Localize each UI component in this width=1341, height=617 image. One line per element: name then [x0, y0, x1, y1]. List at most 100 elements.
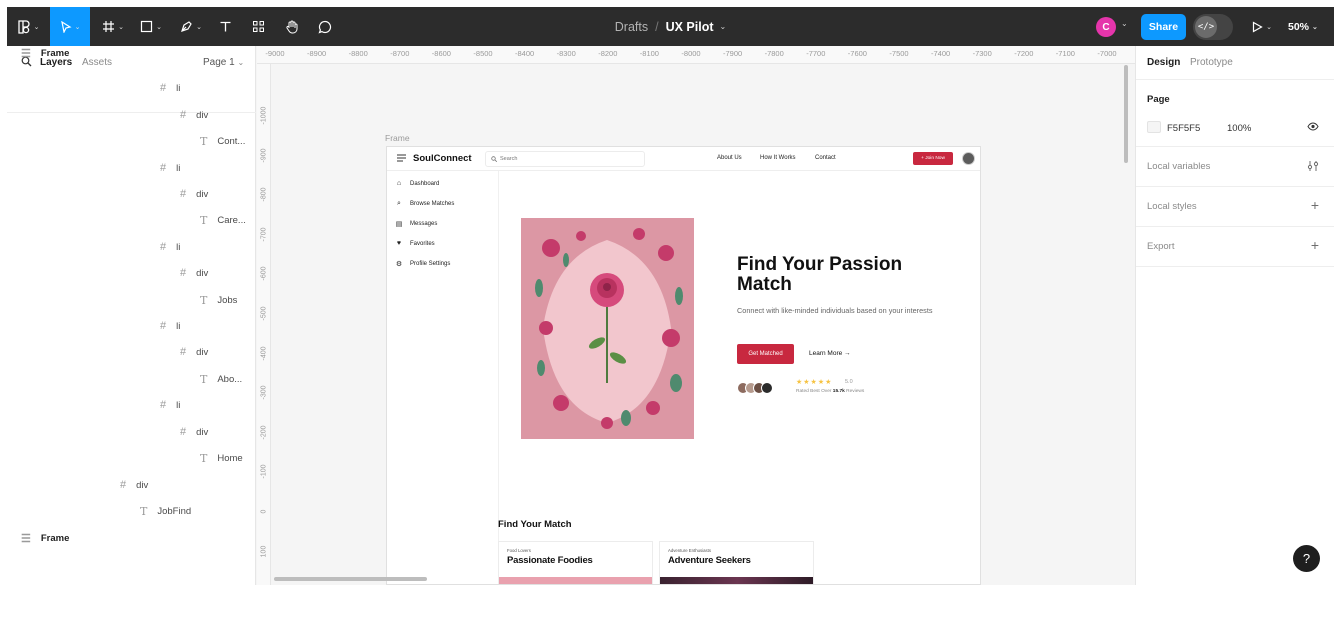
comment-tool-button[interactable]: [314, 7, 336, 46]
layer-row[interactable]: ☰ Frame: [21, 47, 69, 60]
export-section[interactable]: Export +: [1136, 227, 1334, 267]
avatar: [761, 382, 773, 394]
page-section: Page: [1136, 80, 1334, 147]
resources-button[interactable]: [247, 7, 269, 46]
layer-row[interactable]: # li: [160, 82, 180, 94]
layer-row[interactable]: T Care...: [200, 214, 246, 227]
help-button[interactable]: ?: [1293, 545, 1320, 572]
frame-tool-button[interactable]: ⌄: [97, 7, 129, 46]
tab-assets[interactable]: Assets: [82, 57, 112, 68]
grid-icon: #: [160, 320, 167, 332]
present-button[interactable]: ⌄: [1247, 7, 1277, 46]
layer-row[interactable]: # div: [180, 267, 208, 279]
rectangle-tool-button[interactable]: ⌄: [135, 7, 167, 46]
eye-icon[interactable]: [1307, 122, 1319, 131]
plus-icon[interactable]: +: [1311, 197, 1319, 213]
layer-row[interactable]: # div: [120, 479, 148, 491]
project-name[interactable]: UX Pilot: [666, 20, 714, 34]
grid-icon: #: [180, 109, 187, 121]
sidebar-item-messages[interactable]: ▤ Messages: [395, 220, 438, 228]
avatar[interactable]: [962, 152, 975, 165]
vertical-scrollbar[interactable]: [1124, 65, 1128, 163]
layer-row[interactable]: # li: [160, 399, 180, 411]
main-menu-button[interactable]: ⌄: [7, 7, 49, 46]
heart-icon: ♥: [396, 240, 402, 247]
card-image: [499, 577, 652, 584]
chevron-down-icon[interactable]: ⌄: [720, 22, 727, 31]
page-opacity-input[interactable]: 100%: [1227, 123, 1251, 134]
layer-row[interactable]: T Cont...: [200, 135, 245, 148]
layer-row[interactable]: # div: [180, 109, 208, 121]
page-color-swatch[interactable]: [1147, 121, 1161, 133]
layer-row[interactable]: T Jobs: [200, 294, 237, 307]
nav-link-how-it-works[interactable]: How It Works: [760, 155, 796, 161]
nav-link-about[interactable]: About Us: [717, 155, 742, 161]
sidebar-item-dashboard[interactable]: ⌂ Dashboard: [395, 180, 439, 187]
learn-more-link[interactable]: Learn More →: [809, 350, 851, 357]
local-variables-label: Local variables: [1147, 161, 1211, 172]
rating-stars: ★★★★★: [796, 379, 833, 386]
ruler-tick-label: -7100: [1055, 49, 1075, 58]
ruler-tick-label: -8100: [639, 49, 659, 58]
design-frame[interactable]: SoulConnect Search About Us How It Works…: [386, 146, 981, 585]
ruler-tick-label: -7200: [1014, 49, 1034, 58]
local-styles-section[interactable]: Local styles +: [1136, 187, 1334, 227]
hand-tool-button[interactable]: [281, 7, 303, 46]
site-navbar: SoulConnect Search About Us How It Works…: [387, 147, 980, 171]
match-card[interactable]: Adventure Enthusiasts Adventure Seekers: [659, 541, 814, 584]
plus-icon[interactable]: +: [1311, 237, 1319, 253]
dev-mode-toggle[interactable]: </>: [1193, 14, 1233, 40]
tab-prototype[interactable]: Prototype: [1190, 57, 1233, 68]
text-layer-icon: T: [200, 214, 208, 227]
layer-row[interactable]: # div: [180, 426, 208, 438]
horizontal-scrollbar[interactable]: [274, 577, 427, 581]
ruler-tick-label: -7400: [931, 49, 951, 58]
layer-row[interactable]: # li: [160, 162, 180, 174]
page-selector[interactable]: Page 1 ⌄: [203, 57, 244, 68]
site-search-input[interactable]: Search: [485, 151, 645, 167]
ruler-tick-label: -7000: [1097, 49, 1117, 58]
sidebar-item-favorites[interactable]: ♥ Favorites: [395, 240, 435, 247]
grid-icon: #: [160, 82, 167, 94]
variables-icon[interactable]: [1307, 160, 1319, 172]
user-avatar[interactable]: C: [1096, 17, 1116, 37]
properties-panel: Design Prototype Page F5F5F5 100% Local …: [1135, 46, 1334, 585]
zoom-control[interactable]: 50% ⌄: [1288, 7, 1318, 46]
text-layer-icon: T: [200, 294, 208, 307]
move-tool-button[interactable]: ⌄: [50, 7, 90, 46]
layer-name: Frame: [40, 48, 70, 59]
join-now-button[interactable]: + Join Now: [913, 152, 953, 165]
layer-row[interactable]: # div: [180, 188, 208, 200]
sidebar-item-browse-matches[interactable]: ⌕ Browse Matches: [395, 200, 454, 208]
pen-tool-button[interactable]: ⌄: [175, 7, 207, 46]
chevron-down-icon[interactable]: ⌄: [1121, 19, 1128, 28]
breadcrumb-drafts[interactable]: Drafts: [615, 20, 648, 34]
frame-label[interactable]: Frame: [385, 133, 410, 143]
match-card[interactable]: Food Lovers Passionate Foodies: [498, 541, 653, 584]
get-matched-button[interactable]: Get Matched: [737, 344, 794, 364]
text-tool-button[interactable]: [214, 7, 236, 46]
local-variables-section[interactable]: Local variables: [1136, 147, 1334, 187]
tab-design[interactable]: Design: [1147, 57, 1180, 68]
sidebar-item-profile-settings[interactable]: ⚙ Profile Settings: [395, 260, 451, 268]
ruler-tick-label: 100: [260, 545, 268, 557]
nav-link-contact[interactable]: Contact: [815, 155, 836, 161]
layer-row[interactable]: T Abo...: [200, 373, 242, 386]
layer-row[interactable]: # li: [160, 320, 180, 332]
layer-row[interactable]: # div: [180, 346, 208, 358]
layer-row[interactable]: T JobFind: [140, 505, 191, 518]
ruler-tick-label: -400: [260, 346, 268, 361]
layer-row[interactable]: # li: [160, 241, 180, 253]
share-button[interactable]: Share: [1141, 14, 1186, 40]
pen-tool-icon: [181, 21, 192, 32]
chevron-down-icon: ⌄: [1312, 23, 1318, 31]
figma-app: ⌄ ⌄ ⌄ ⌄ ⌄ Drafts / UX Pilot ⌄ C ⌄ Share …: [7, 7, 1334, 585]
hand-tool-icon: [286, 20, 298, 33]
site-logo[interactable]: SoulConnect: [413, 153, 472, 164]
layer-row[interactable]: ☰ Frame: [21, 532, 69, 545]
layer-name: div: [196, 426, 209, 438]
menu-icon[interactable]: [397, 154, 406, 162]
ruler-tick-label: -7800: [764, 49, 784, 58]
layer-row[interactable]: T Home: [200, 452, 243, 465]
page-color-input[interactable]: F5F5F5: [1167, 123, 1200, 134]
